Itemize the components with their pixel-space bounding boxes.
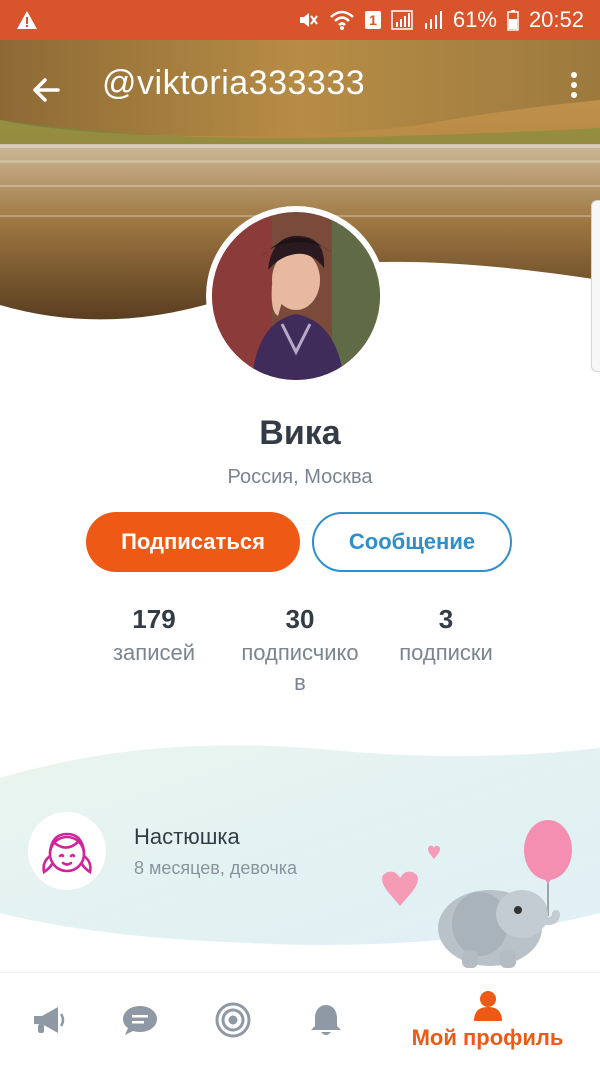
stat-posts[interactable]: 179 записей: [94, 604, 214, 668]
scroll-indicator[interactable]: [591, 200, 600, 372]
nav-discover[interactable]: [203, 973, 263, 1066]
nav-feed[interactable]: [18, 973, 78, 1066]
profile-username: @viktoria333333: [102, 64, 366, 102]
clock-time: 20:52: [528, 7, 584, 32]
nav-notifications[interactable]: [296, 973, 356, 1066]
stat-value: 3: [438, 604, 454, 634]
stat-following[interactable]: 3 подписки: [386, 604, 506, 668]
child-info: 8 месяцев, девочка: [134, 858, 297, 878]
bell-icon: [311, 1004, 341, 1035]
battery-percent: 61%: [452, 7, 497, 32]
stat-label: подписки: [399, 640, 493, 665]
child-name: Настюшка: [134, 824, 240, 849]
nav-label: Мой профиль: [411, 1024, 564, 1050]
target-icon: [215, 1002, 251, 1037]
person-icon: [473, 990, 502, 1021]
back-arrow-icon[interactable]: [26, 70, 66, 110]
megaphone-icon: [34, 1006, 65, 1033]
wifi-icon: [329, 9, 355, 31]
more-vertical-icon[interactable]: [568, 68, 580, 104]
profile-avatar[interactable]: [206, 206, 386, 386]
top-app-bar: @viktoria333333: [0, 40, 600, 130]
sim-badge: 1: [365, 11, 381, 29]
girl-face-icon: [28, 812, 106, 890]
warning-icon: [16, 9, 38, 31]
chat-bubble-icon: [123, 1005, 157, 1035]
bottom-navigation: Мой профиль: [0, 972, 600, 1066]
signal-icon: [423, 9, 443, 31]
mute-icon: [297, 9, 319, 31]
battery-icon: [507, 9, 519, 31]
stat-value: 30: [285, 604, 315, 634]
nav-my-profile[interactable]: Мой профиль: [405, 973, 570, 1066]
stat-label: записей: [112, 640, 196, 665]
message-button[interactable]: Сообщение: [312, 512, 512, 572]
subscribe-button[interactable]: Подписаться: [86, 512, 300, 572]
nav-messages[interactable]: [110, 973, 170, 1066]
profile-location: Россия, Москва: [227, 466, 373, 488]
status-bar: 1 61% 20:52: [0, 0, 600, 40]
stat-followers[interactable]: 30 подписчико в: [224, 604, 376, 698]
signal-icon: [391, 9, 413, 31]
profile-name: Вика: [259, 414, 341, 452]
stat-label: подписчико в: [241, 640, 359, 695]
stat-value: 179: [132, 604, 176, 634]
child-avatar[interactable]: [28, 812, 106, 890]
